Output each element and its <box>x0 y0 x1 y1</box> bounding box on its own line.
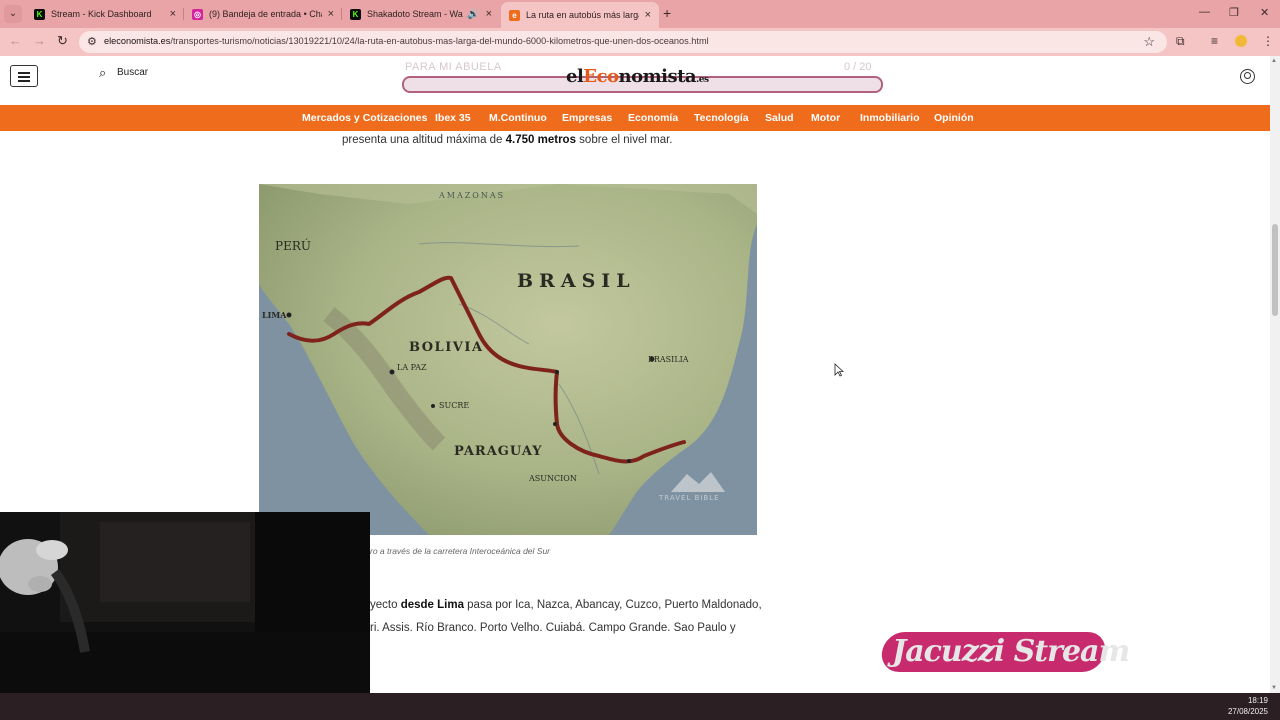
scroll-up-icon[interactable]: ▲ <box>1271 58 1277 64</box>
eleconomista-logo[interactable]: elEconomista.es <box>566 66 709 87</box>
close-icon[interactable]: × <box>328 8 334 20</box>
bookmark-star-icon[interactable]: ☆ <box>1143 34 1155 50</box>
map-label-bolivia: BOLIVIA <box>409 340 484 355</box>
svg-text:TRAVEL BIBLE: TRAVEL BIBLE <box>658 494 720 502</box>
window-close-icon[interactable]: ✕ <box>1260 6 1269 19</box>
map-label-sucre: SUCRE <box>439 401 469 410</box>
restore-icon[interactable]: ❐ <box>1229 6 1239 19</box>
brand-text: Jacuzzi Stream <box>892 634 1130 669</box>
tab-search-button[interactable]: ⌄ <box>4 5 22 23</box>
tab-kick-dashboard[interactable]: K Stream - Kick Dashboard × <box>26 3 184 25</box>
route-map-image[interactable]: BRASIL BOLIVIA PARAGUAY PERÚ LIMA LA PAZ… <box>259 184 757 535</box>
nav-item-economia[interactable]: Economía <box>628 112 678 124</box>
audio-playing-icon[interactable]: 🔊 <box>467 9 479 20</box>
site-header: ⌕ Buscar PARA MI ABUELA 0 / 20 elEconomi… <box>0 56 1280 105</box>
nav-item-motor[interactable]: Motor <box>811 112 840 124</box>
nav-item-opinion[interactable]: Opinión <box>934 112 974 124</box>
kick-icon: K <box>350 8 361 20</box>
stream-goal-count: 0 / 20 <box>844 61 872 73</box>
tab-shakadoto-stream[interactable]: K Shakadoto Stream - Watch 🔊 × <box>342 3 500 25</box>
extensions-puzzle-icon[interactable]: ⧉ <box>1176 34 1185 49</box>
nav-item-salud[interactable]: Salud <box>765 112 794 124</box>
search-label[interactable]: Buscar <box>117 67 148 78</box>
map-label-brasil: BRASIL <box>517 270 636 292</box>
article-paragraph: ri. Assis. Río Branco. Porto Velho. Cuia… <box>370 622 736 634</box>
stream-goal-text: PARA MI ABUELA <box>405 61 502 73</box>
article-paragraph: yecto desde Lima pasa por Ica, Nazca, Ab… <box>370 599 762 611</box>
minimize-icon[interactable]: — <box>1199 6 1210 18</box>
new-tab-plus-icon[interactable]: + <box>663 5 671 21</box>
media-control-icon[interactable]: ≡ <box>1211 34 1218 48</box>
nav-item-inmobiliario[interactable]: Inmobiliario <box>860 112 920 124</box>
browser-tab-strip: ⌄ K Stream - Kick Dashboard × ◎ (9) Band… <box>0 0 1280 28</box>
nav-item-tecnologia[interactable]: Tecnología <box>694 112 749 124</box>
scroll-down-icon[interactable]: ▼ <box>1271 685 1277 691</box>
map-label-paraguay: PARAGUAY <box>454 444 543 459</box>
map-label-asuncion: ASUNCION <box>528 474 577 483</box>
search-icon[interactable]: ⌕ <box>99 65 106 81</box>
webcam-overlay <box>0 512 370 720</box>
map-label-amazonas: AMAZONAS <box>438 191 505 200</box>
page-scrollbar[interactable]: ▲ ▼ <box>1270 56 1280 693</box>
map-label-brasilia: BRASILIA <box>648 355 689 364</box>
mouse-cursor-icon <box>834 363 844 377</box>
tab-title: Stream - Kick Dashboard <box>51 9 152 19</box>
reload-icon[interactable]: ↻ <box>57 33 68 49</box>
kick-icon: K <box>34 8 45 20</box>
tab-eleconomista[interactable]: e La ruta en autobús más larga d × <box>501 2 659 28</box>
more-menu-icon[interactable]: ⋮ <box>1262 34 1274 48</box>
map-label-la-paz: LA PAZ <box>397 363 427 372</box>
tab-instagram[interactable]: ◎ (9) Bandeja de entrada • Chats × <box>184 3 342 25</box>
stream-brand-overlay: Jacuzzi Stream <box>879 628 1130 674</box>
nav-item-empresas[interactable]: Empresas <box>562 112 612 124</box>
scrollbar-thumb[interactable] <box>1272 224 1278 316</box>
nav-item-mcontinuo[interactable]: M.Continuo <box>489 112 547 124</box>
image-caption: ro a través de la carretera Interoceánic… <box>370 546 551 556</box>
close-icon[interactable]: × <box>486 8 492 20</box>
close-icon[interactable]: × <box>645 9 651 21</box>
user-account-icon[interactable] <box>1240 69 1255 84</box>
nav-item-mercados[interactable]: Mercados y Cotizaciones <box>302 112 427 124</box>
map-label-peru: PERÚ <box>275 237 311 253</box>
article-paragraph: presenta una altitud máxima de 4.750 met… <box>342 134 673 146</box>
map-label-lima: LIMA <box>262 310 287 320</box>
tab-title: Shakadoto Stream - Watch <box>367 9 463 19</box>
url-text: eleconomista.es/transportes-turismo/noti… <box>104 36 709 46</box>
hamburger-menu-icon[interactable] <box>10 65 38 87</box>
profile-avatar[interactable] <box>1235 35 1247 47</box>
instagram-icon: ◎ <box>192 8 203 20</box>
address-bar[interactable]: ⚙ eleconomista.es/transportes-turismo/no… <box>79 31 1167 53</box>
tab-title: La ruta en autobús más larga d <box>526 10 639 20</box>
forward-arrow-icon[interactable]: → <box>33 33 46 48</box>
eleconomista-favicon-icon: e <box>509 9 520 21</box>
browser-toolbar: ← → ↻ ⚙ eleconomista.es/transportes-turi… <box>0 28 1280 56</box>
section-nav: Mercados y Cotizaciones Ibex 35 M.Contin… <box>0 105 1280 131</box>
back-arrow-icon[interactable]: ← <box>9 33 22 48</box>
close-icon[interactable]: × <box>170 8 176 20</box>
taskbar-clock[interactable]: 18:19 27/08/2025 <box>1228 695 1268 717</box>
nav-item-ibex35[interactable]: Ibex 35 <box>435 112 471 124</box>
site-info-icon[interactable]: ⚙ <box>87 35 97 48</box>
os-taskbar: 18:19 27/08/2025 <box>0 693 1280 720</box>
tab-title: (9) Bandeja de entrada • Chats <box>209 9 322 19</box>
